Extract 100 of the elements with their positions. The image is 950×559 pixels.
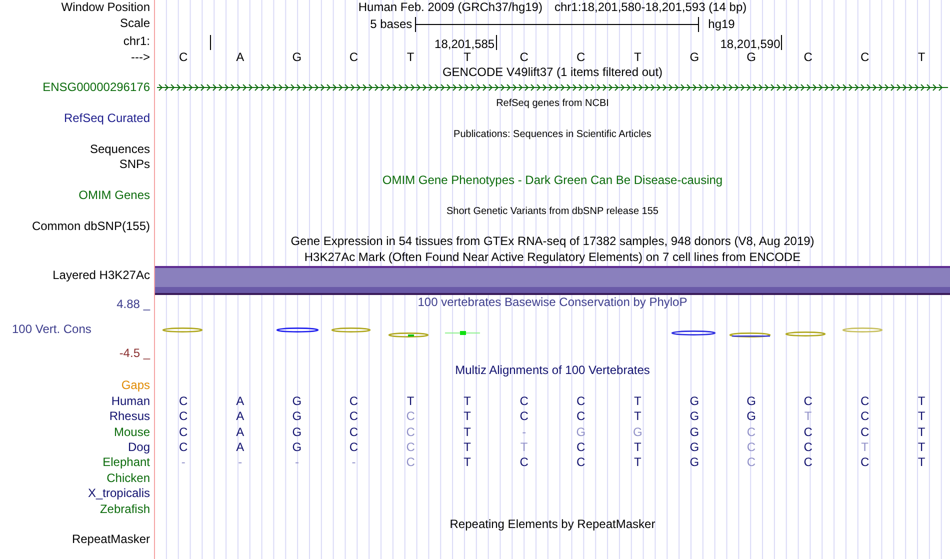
base-letter: C: [349, 424, 358, 440]
base-letter: T: [464, 424, 471, 440]
base-letter: T: [918, 50, 926, 65]
track-label: SNPs: [119, 157, 150, 172]
base-letter: T: [918, 440, 926, 456]
track-title: Multiz Alignments of 100 Vertebrates: [455, 363, 650, 378]
coordinate-tick: 18,201,585: [434, 35, 497, 50]
base-letter: A: [236, 440, 244, 456]
track-label: Gaps: [121, 378, 150, 392]
species-label: X_tropicalis: [88, 486, 150, 500]
base-letter: C: [520, 50, 528, 65]
track-label: RepeatMasker: [72, 532, 150, 546]
base-letter: A: [236, 424, 244, 440]
base-letter: -: [522, 424, 526, 440]
track-label: Layered H3K27Ac: [52, 268, 150, 282]
track-title: GENCODE V49lift37 (1 items filtered out): [442, 65, 663, 80]
base-letter: -: [238, 455, 242, 471]
base-letter: -: [294, 455, 299, 471]
track-title: RefSeq genes from NCBI: [496, 96, 609, 111]
base-letter: A: [236, 394, 244, 410]
base-letter: C: [804, 50, 812, 65]
track-title: Repeating Elements by RepeatMasker: [450, 516, 656, 532]
base-letter: C: [520, 409, 528, 425]
row-label: Window Position: [61, 0, 150, 14]
base-letter: C: [406, 455, 415, 471]
base-letter: -: [181, 455, 186, 471]
base-letter: T: [918, 455, 926, 471]
base-letter: G: [292, 394, 302, 410]
base-letter: C: [804, 394, 812, 410]
species-label: Zebrafish: [100, 502, 150, 516]
base-letter: C: [406, 424, 415, 440]
base-letter: C: [179, 394, 188, 410]
base-letter: G: [690, 440, 700, 456]
coordinate-tick: 18,201,590: [720, 35, 782, 50]
row-label: Scale: [120, 16, 150, 30]
base-letter: G: [690, 424, 700, 440]
position-text: chr1:18,201,580-18,201,593 (14 bp): [554, 0, 747, 16]
track-title: Short Genetic Variants from dbSNP release 155: [446, 204, 658, 219]
base-letter: G: [690, 394, 700, 410]
species-label: Human: [111, 394, 150, 408]
base-letter: G: [746, 394, 756, 410]
track-label: Common dbSNP(155): [32, 218, 150, 233]
base-letter: G: [690, 409, 700, 425]
base-letter: T: [634, 394, 642, 410]
base-letter: T: [918, 394, 926, 410]
base-letter: G: [746, 409, 756, 425]
base-letter: A: [236, 409, 244, 425]
base-letter: T: [918, 409, 926, 425]
base-letter: C: [406, 409, 415, 425]
base-letter: C: [860, 455, 870, 471]
base-letter: T: [464, 409, 471, 425]
track-label: 100 Vert. Cons: [11, 322, 92, 337]
gene-feature[interactable]: [156, 84, 948, 92]
base-letter: A: [236, 50, 244, 65]
gene-name: ENSG00000296176: [42, 80, 150, 94]
base-letter: T: [520, 440, 528, 456]
base-letter: T: [634, 455, 642, 471]
base-letter: G: [576, 424, 586, 440]
track-title: Gene Expression in 54 tissues from GTEx RNA-seq of 17382 samples, 948 donors (V8, Aug 2019): [290, 234, 814, 250]
strand-label: --->: [131, 50, 150, 64]
track-title: 100 vertebrates Basewise Conservation by PhyloP: [418, 295, 688, 310]
base-letter: C: [349, 50, 358, 65]
base-letter: G: [292, 424, 302, 440]
base-letter: C: [860, 394, 870, 410]
base-letter: C: [349, 394, 358, 410]
species-label: Chicken: [106, 470, 150, 485]
track-title: OMIM Gene Phenotypes - Dark Green Can Be Disease-causing: [382, 172, 723, 188]
base-letter: C: [349, 440, 358, 456]
species-label: Mouse: [114, 424, 150, 439]
base-letter: C: [576, 455, 586, 471]
base-letter: T: [464, 394, 471, 410]
base-letter: T: [918, 424, 926, 440]
assembly-name: Human Feb. 2009 (GRCh37/hg19): [358, 0, 542, 16]
track-label: RefSeq Curated: [64, 111, 150, 126]
axis-min-label: -4.5 _: [118, 346, 150, 362]
base-letter: C: [520, 394, 528, 410]
base-letter: T: [861, 440, 868, 456]
base-letter: C: [804, 440, 812, 456]
species-label: Elephant: [102, 455, 150, 470]
base-letter: T: [634, 409, 642, 425]
base-letter: C: [860, 424, 870, 440]
scale-text: 5 bases: [370, 16, 412, 32]
base-letter: C: [804, 455, 812, 471]
base-letter: T: [464, 455, 471, 471]
row-label: chr1:: [123, 34, 150, 48]
base-letter: G: [292, 409, 302, 425]
base-letter: C: [804, 424, 812, 440]
base-letter: C: [746, 440, 756, 456]
base-letter: T: [406, 50, 414, 65]
base-letter: C: [179, 50, 188, 65]
track-title: Publications: Sequences in Scientific Articles: [454, 128, 652, 142]
base-letter: T: [464, 50, 471, 65]
base-letter: C: [746, 424, 756, 440]
base-letter: T: [804, 409, 812, 425]
species-label: Rhesus: [109, 409, 150, 424]
base-letter: G: [690, 455, 700, 471]
base-letter: -: [352, 455, 356, 471]
base-letter: G: [292, 440, 302, 456]
base-letter: C: [576, 394, 586, 410]
base-letter: G: [292, 50, 302, 65]
